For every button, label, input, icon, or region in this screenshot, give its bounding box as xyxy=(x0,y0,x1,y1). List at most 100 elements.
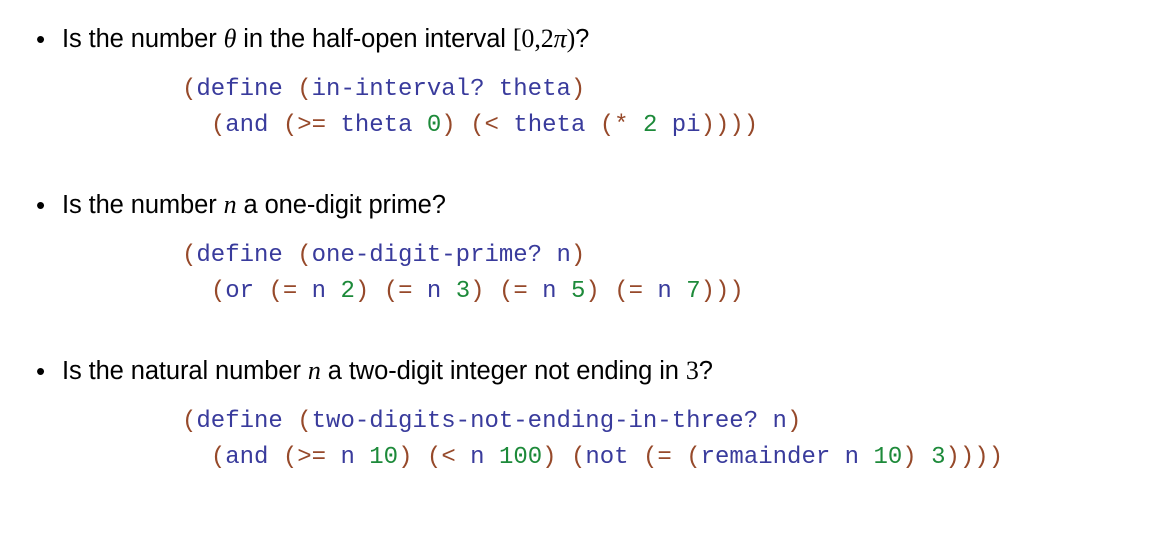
c1l2-paren-open-3: ( xyxy=(470,112,485,139)
bullet-row-2: • Is the number n a one-digit prime? xyxy=(0,188,1152,222)
bullet-1-interval-pi: π xyxy=(553,24,567,53)
c1l2-paren-close-1: ) xyxy=(441,112,456,139)
c2l2-paren-open: ( xyxy=(210,278,226,305)
c3l1-param: n xyxy=(772,408,787,435)
c3l2-t2-paren-close: ) xyxy=(542,444,557,471)
c1l2-space-6 xyxy=(585,112,599,139)
bullet-3-pre: Is the natural number xyxy=(62,357,308,385)
c1l2-paren-open-2: ( xyxy=(282,112,298,139)
c2l2-t3-paren-close: ) xyxy=(585,278,600,305)
c2l2-indent xyxy=(182,278,211,305)
code-block-1-line-2: (and (>= theta 0) (< theta (* 2 pi)))) xyxy=(182,112,758,139)
bullet-3-post: ? xyxy=(698,357,713,385)
code-block-1-line-1: (define (in-interval? theta) xyxy=(182,76,585,103)
bullet-2-post: ? xyxy=(431,191,446,219)
bullet-row-1: • Is the number θ in the half-open inter… xyxy=(0,22,1152,56)
c3l2-op-not: not xyxy=(585,444,629,471)
c1l2-space-1 xyxy=(268,112,282,139)
c1l1-space-1 xyxy=(283,76,297,103)
bullet-1-theta-symbol: θ xyxy=(223,24,237,53)
c1l2-space-4 xyxy=(456,112,470,139)
c2l1-paren-open-2: ( xyxy=(297,242,312,269)
c2l2-t1-op-eq: = xyxy=(282,278,298,305)
c3l2-t1-paren-open: ( xyxy=(282,444,298,471)
c2l2-t4-paren-close: ))) xyxy=(700,278,744,305)
c2l2-t2-number: 3 xyxy=(455,278,471,305)
c1l1-proc-name: in-interval? xyxy=(311,76,485,103)
code-block-2-line-2: (or (= n 2) (= n 3) (= n 5) (= n 7))) xyxy=(182,278,744,305)
c1l1-paren-open-2: ( xyxy=(297,76,312,103)
c2l2-t2-paren-open: ( xyxy=(383,278,399,305)
c2l2-t1-arg: n xyxy=(297,278,341,305)
c2l2-t2-paren-close: ) xyxy=(470,278,485,305)
c2l1-space-2 xyxy=(542,242,556,269)
bullet-2-n-symbol: n xyxy=(223,190,237,219)
bullet-text-1: Is the number θ in the half-open interva… xyxy=(62,22,589,56)
c3l2-fn-remainder: remainder xyxy=(700,444,831,471)
c1l1-param: theta xyxy=(498,76,571,103)
c3l1-paren-close: ) xyxy=(786,408,802,435)
c1l2-space-3 xyxy=(412,112,426,139)
c3l2-t2-paren-open: ( xyxy=(426,444,442,471)
c3l2-t2-number: 100 xyxy=(498,444,543,471)
c2l2-t3-number: 5 xyxy=(570,278,586,305)
c3l2-t4-op-eq: = xyxy=(657,444,672,471)
bullet-1-interval-zero: 0 xyxy=(521,24,535,53)
c1l2-space-5 xyxy=(499,112,513,139)
c1l2-paren-close-rest: )))) xyxy=(700,112,759,139)
c2l2-t3-paren-open: ( xyxy=(498,278,514,305)
slide-canvas: • Is the number θ in the half-open inter… xyxy=(0,0,1152,538)
c2l1-space-1 xyxy=(283,242,297,269)
c3l1-proc-name: two-digits-not-ending-in-three? xyxy=(311,408,759,435)
bullet-text-2: Is the number n a one-digit prime? xyxy=(62,188,446,222)
c2l2-space-3 xyxy=(485,278,499,305)
c2l2-t1-paren-close: ) xyxy=(354,278,370,305)
c1l1-paren-open: ( xyxy=(182,76,197,103)
c3l2-space-6 xyxy=(917,444,931,471)
code-block-2: (define (one-digit-prime? n) (or (= n 2)… xyxy=(0,238,1152,310)
c3l2-t1-paren-close: ) xyxy=(398,444,413,471)
bullet-text-3: Is the natural number n a two-digit inte… xyxy=(62,354,713,388)
c1l1-space-2 xyxy=(484,76,498,103)
c3l2-t3-paren-open: ( xyxy=(570,444,586,471)
c1l2-op-mul: * xyxy=(614,112,629,139)
c2l2-t1-number: 2 xyxy=(340,278,355,305)
c3l1-paren-open: ( xyxy=(182,408,197,435)
c3l2-space-1 xyxy=(268,444,282,471)
bullet-marker-icon: • xyxy=(36,24,46,54)
bullet-marker-icon: • xyxy=(36,356,46,386)
c2l1-param: n xyxy=(556,242,571,269)
c1l2-paren-open: ( xyxy=(210,112,226,139)
c1l2-space-8 xyxy=(657,112,671,139)
bullet-1-mid: in the half-open interval xyxy=(236,25,513,53)
c1l2-op-and: and xyxy=(225,112,269,139)
c2l2-t4-paren-open: ( xyxy=(614,278,629,305)
c3l2-space-5 xyxy=(672,444,686,471)
c3l2-t2-op-lt: < xyxy=(441,444,456,471)
c2l2-space-4 xyxy=(600,278,614,305)
c2l2-op-or: or xyxy=(225,278,255,305)
bullet-block-2: • Is the number n a one-digit prime? ( de… xyxy=(0,188,1152,310)
c2l1-keyword-define: define xyxy=(196,242,283,269)
c1l2-space-2 xyxy=(326,112,340,139)
c1l2-arg-theta-2: theta xyxy=(513,112,586,139)
bullet-3-mid: a two-digit integer not ending in xyxy=(320,357,686,385)
c2l2-t4-number: 7 xyxy=(686,278,701,305)
c1l2-indent xyxy=(182,112,211,139)
c1l2-arg-theta-1: theta xyxy=(340,112,413,139)
code-block-3-line-1: (define (two-digits-not-ending-in-three?… xyxy=(182,408,801,435)
c2l1-paren-close: ) xyxy=(570,242,586,269)
c3l2-t5-number: 10 xyxy=(873,444,903,471)
c3l2-t5-paren-open: ( xyxy=(686,444,701,471)
c2l2-t4-arg: n xyxy=(643,278,687,305)
c2l2-space-2 xyxy=(369,278,383,305)
c1l2-number-two: 2 xyxy=(642,112,658,139)
bullet-3-three-symbol: 3 xyxy=(685,356,699,385)
c3l2-t1-number: 10 xyxy=(369,444,399,471)
c1l2-space-7 xyxy=(629,112,643,139)
bullet-1-pre: Is the number xyxy=(62,25,224,53)
bullet-1-interval-close: ) xyxy=(566,24,576,53)
c2l2-t3-op-eq: = xyxy=(513,278,528,305)
code-block-1: (define (in-interval? theta) (and (>= th… xyxy=(0,72,1152,144)
c3l2-paren-open: ( xyxy=(210,444,226,471)
